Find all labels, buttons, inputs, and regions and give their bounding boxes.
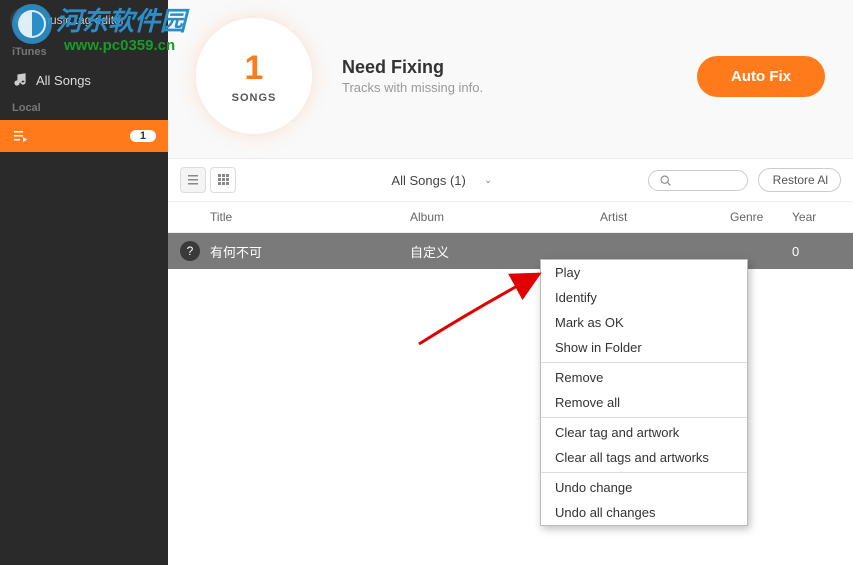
cell-title: 有何不可 bbox=[210, 242, 410, 261]
list-icon bbox=[186, 172, 200, 189]
context-menu: Play Identify Mark as OK Show in Folder … bbox=[540, 259, 748, 526]
sidebar-item-local-folder[interactable]: 1 bbox=[0, 120, 168, 152]
column-year[interactable]: Year bbox=[792, 210, 832, 224]
menu-item-undo-all[interactable]: Undo all changes bbox=[541, 500, 747, 525]
chevron-down-icon: ⌄ bbox=[484, 175, 492, 186]
restore-all-button[interactable]: Restore Al bbox=[758, 168, 841, 192]
menu-item-clear-all-tags[interactable]: Clear all tags and artworks bbox=[541, 445, 747, 470]
column-album[interactable]: Album bbox=[410, 210, 600, 224]
music-note-icon bbox=[12, 72, 28, 88]
sidebar-section-itunes: iTunes bbox=[0, 40, 168, 64]
column-title[interactable]: Title bbox=[210, 210, 410, 224]
need-fixing-block: Need Fixing Tracks with missing info. bbox=[342, 57, 667, 95]
app-logo-icon bbox=[10, 8, 34, 32]
menu-item-show-folder[interactable]: Show in Folder bbox=[541, 335, 747, 360]
songs-count-value: 1 bbox=[245, 49, 264, 88]
menu-separator bbox=[541, 362, 747, 363]
toolbar: All Songs (1) ⌄ Restore Al bbox=[168, 159, 853, 202]
need-fixing-subtitle: Tracks with missing info. bbox=[342, 80, 667, 95]
grid-icon bbox=[216, 172, 230, 189]
list-view-button[interactable] bbox=[180, 167, 206, 193]
sidebar-item-badge: 1 bbox=[130, 130, 156, 142]
songs-filter-label: All Songs (1) bbox=[391, 173, 465, 188]
menu-item-play[interactable]: Play bbox=[541, 260, 747, 285]
search-icon bbox=[659, 174, 672, 187]
app-title: music tag editor bbox=[40, 13, 125, 27]
missing-info-icon: ? bbox=[180, 241, 200, 261]
search-input[interactable] bbox=[648, 170, 748, 191]
header-panel: 1 SONGS Need Fixing Tracks with missing … bbox=[168, 0, 853, 159]
menu-item-mark-ok[interactable]: Mark as OK bbox=[541, 310, 747, 335]
cell-album: 自定义 bbox=[410, 242, 600, 261]
sidebar: music tag editor iTunes All Songs Local … bbox=[0, 0, 168, 565]
menu-separator bbox=[541, 472, 747, 473]
column-genre[interactable]: Genre bbox=[730, 210, 792, 224]
playlist-icon bbox=[12, 128, 28, 144]
table-row[interactable]: ? 有何不可 自定义 0 bbox=[168, 233, 853, 269]
menu-item-remove-all[interactable]: Remove all bbox=[541, 390, 747, 415]
cell-year: 0 bbox=[792, 244, 832, 259]
auto-fix-button[interactable]: Auto Fix bbox=[697, 56, 825, 97]
main-content: 1 SONGS Need Fixing Tracks with missing … bbox=[168, 0, 853, 565]
sidebar-item-label: All Songs bbox=[36, 73, 91, 88]
menu-item-undo-change[interactable]: Undo change bbox=[541, 475, 747, 500]
grid-view-button[interactable] bbox=[210, 167, 236, 193]
menu-separator bbox=[541, 417, 747, 418]
menu-item-remove[interactable]: Remove bbox=[541, 365, 747, 390]
sidebar-section-local: Local bbox=[0, 96, 168, 120]
sidebar-item-all-songs[interactable]: All Songs bbox=[0, 64, 168, 96]
songs-filter-dropdown[interactable]: All Songs (1) ⌄ bbox=[351, 173, 532, 188]
menu-item-clear-tag[interactable]: Clear tag and artwork bbox=[541, 420, 747, 445]
view-mode-buttons bbox=[180, 167, 236, 193]
songs-count-circle: 1 SONGS bbox=[196, 18, 312, 134]
songs-count-label: SONGS bbox=[232, 92, 277, 104]
menu-item-identify[interactable]: Identify bbox=[541, 285, 747, 310]
need-fixing-title: Need Fixing bbox=[342, 57, 667, 78]
table-header: Title Album Artist Genre Year bbox=[168, 202, 853, 233]
app-logo-area: music tag editor bbox=[0, 0, 168, 40]
column-artist[interactable]: Artist bbox=[600, 210, 730, 224]
